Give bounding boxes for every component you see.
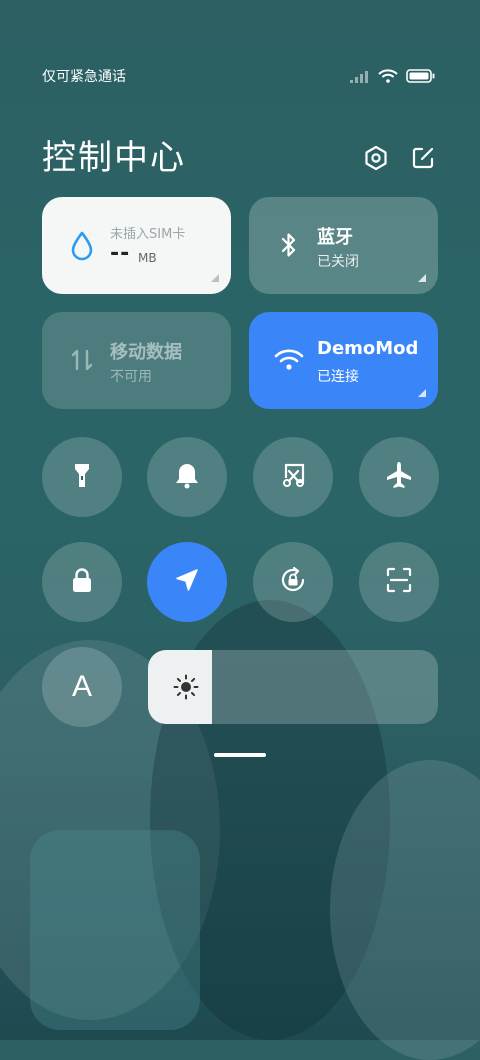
rotation-lock-icon: [277, 564, 309, 600]
location-icon: [172, 565, 202, 599]
data-usage-unit: MB: [138, 251, 157, 265]
carrier-text: 仅可紧急通话: [42, 69, 126, 85]
water-drop-icon: [66, 229, 98, 261]
battery-icon: [406, 68, 436, 87]
data-usage-card[interactable]: 未插入SIM卡 -- MB: [42, 197, 231, 294]
settings-icon: [363, 145, 389, 175]
screenshot-icon: [278, 460, 308, 494]
settings-button[interactable]: [361, 145, 391, 175]
mobile-data-card[interactable]: 移动数据 不可用: [42, 312, 231, 409]
wifi-status: 已连接: [317, 369, 359, 385]
bluetooth-icon: [273, 229, 305, 261]
screenshot-toggle[interactable]: [253, 437, 333, 517]
wifi-icon: [273, 344, 305, 376]
font-size-button[interactable]: A: [42, 647, 122, 727]
font-size-label: A: [71, 670, 92, 703]
airplane-toggle[interactable]: [359, 437, 439, 517]
bell-icon: [172, 460, 202, 494]
scanner-icon: [384, 565, 414, 599]
wifi-icon: [378, 68, 398, 87]
edit-icon: [410, 145, 436, 175]
brightness-icon: [172, 673, 200, 701]
mobile-data-status: 不可用: [110, 369, 152, 385]
flashlight-icon: [67, 460, 97, 494]
signal-icon: [350, 68, 370, 87]
scanner-toggle[interactable]: [359, 542, 439, 622]
brightness-slider[interactable]: [148, 650, 438, 724]
wifi-network-name: DemoMod: [317, 338, 419, 359]
drag-handle[interactable]: [214, 753, 266, 757]
flashlight-toggle[interactable]: [42, 437, 122, 517]
screen-lock-toggle[interactable]: [42, 542, 122, 622]
expand-corner-icon: [418, 274, 426, 282]
bluetooth-card[interactable]: 蓝牙 已关闭: [249, 197, 438, 294]
mobile-data-name: 移动数据: [110, 342, 182, 363]
airplane-icon: [383, 459, 415, 495]
lock-icon: [67, 565, 97, 599]
location-toggle[interactable]: [147, 542, 227, 622]
edit-button[interactable]: [408, 145, 438, 175]
status-bar: 仅可紧急通话: [0, 60, 480, 90]
rotation-lock-toggle[interactable]: [253, 542, 333, 622]
expand-corner-icon: [211, 274, 219, 282]
background-photo: [30, 830, 200, 1030]
expand-corner-icon: [418, 389, 426, 397]
wifi-card[interactable]: DemoMod 已连接: [249, 312, 438, 409]
bluetooth-name: 蓝牙: [317, 227, 353, 248]
ringer-toggle[interactable]: [147, 437, 227, 517]
page-title: 控制中心: [42, 138, 186, 178]
mobile-data-icon: [66, 344, 98, 376]
bluetooth-status: 已关闭: [317, 254, 359, 270]
sim-status-label: 未插入SIM卡: [110, 227, 186, 242]
data-usage-value: --: [110, 241, 131, 266]
